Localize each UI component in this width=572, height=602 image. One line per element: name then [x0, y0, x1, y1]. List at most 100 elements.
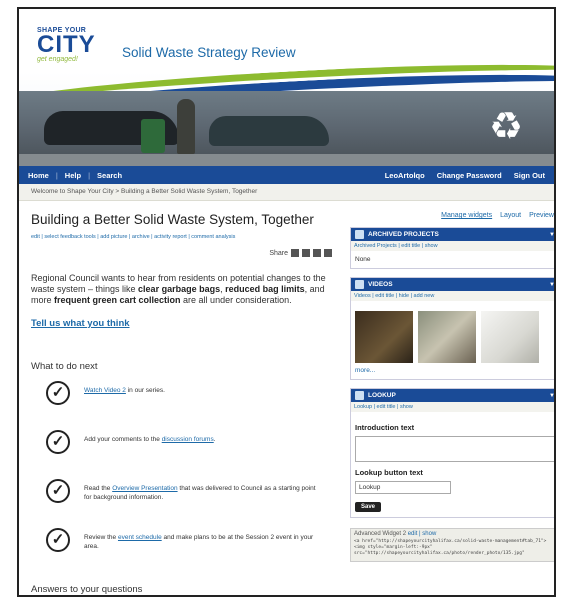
- advanced-widget-title: Advanced Widget 2: [354, 531, 407, 537]
- nav-sign-out[interactable]: Sign Out: [514, 171, 545, 180]
- step-post: in our series.: [125, 387, 165, 394]
- green-cart-shape: [141, 119, 165, 153]
- step-text: Read the Overview Presentation that was …: [84, 484, 324, 502]
- advanced-widget-code: <a href="http://shapeyourcityhalifax.ca/…: [354, 539, 547, 556]
- video-thumbnail[interactable]: [418, 311, 476, 363]
- twitter-icon[interactable]: [302, 249, 310, 257]
- step-link[interactable]: discussion forums: [162, 436, 214, 443]
- folder-icon: [355, 230, 364, 239]
- nav-change-password[interactable]: Change Password: [437, 171, 502, 180]
- widget-body: more...: [351, 301, 554, 379]
- sidebar: Manage widgets Layout Preview ARCHIVED P…: [350, 212, 554, 562]
- nav-help[interactable]: Help: [65, 171, 81, 180]
- save-button[interactable]: Save: [355, 502, 382, 512]
- widget-controls: Manage widgets Layout Preview: [350, 212, 554, 219]
- step-post: .: [213, 436, 216, 443]
- button-text-field[interactable]: Lookup: [355, 481, 451, 494]
- step-link[interactable]: event schedule: [118, 534, 162, 541]
- widget-body: Introduction text Lookup button text Loo…: [351, 412, 554, 517]
- person-shape: [177, 99, 195, 154]
- recycle-icon: ♻: [488, 106, 524, 148]
- site-header: SHAPE YOUR CITY get engaged! Solid Waste…: [19, 9, 554, 166]
- top-nav: Home | Help | Search LeoArtolqo Change P…: [19, 166, 554, 184]
- more-videos-link[interactable]: more...: [355, 367, 554, 374]
- what-next-heading: What to do next: [31, 361, 98, 372]
- site-title: Solid Waste Strategy Review: [122, 45, 296, 60]
- print-icon[interactable]: [324, 249, 332, 257]
- step-text: Review the event schedule and make plans…: [84, 533, 324, 551]
- step-item: ✓ Review the event schedule and make pla…: [31, 523, 336, 568]
- step-link[interactable]: Overview Presentation: [112, 485, 177, 492]
- widget-links[interactable]: Videos | edit title | hide | add new: [351, 291, 554, 301]
- step-item: ✓ Read the Overview Presentation that wa…: [31, 474, 336, 519]
- lookup-icon: [355, 391, 364, 400]
- step-pre: Add your comments to the: [84, 436, 162, 443]
- tell-us-link[interactable]: Tell us what you think: [31, 318, 336, 329]
- widget-title: VIDEOS: [368, 281, 393, 288]
- widget-links[interactable]: Lookup | edit title | show: [351, 402, 554, 412]
- video-thumbnail[interactable]: [481, 311, 539, 363]
- advanced-widget: Advanced Widget 2 edit | show <a href="h…: [350, 528, 554, 562]
- checkmark-icon: ✓: [46, 528, 70, 552]
- nav-separator: |: [88, 170, 91, 180]
- widget-title: ARCHIVED PROJECTS: [368, 231, 439, 238]
- page-title: Building a Better Solid Waste System, To…: [31, 212, 314, 227]
- video-thumbnail[interactable]: [355, 311, 413, 363]
- archived-projects-widget: ARCHIVED PROJECTS ▼ Archived Projects | …: [350, 227, 554, 269]
- intro-bold: clear garbage bags: [138, 284, 221, 294]
- preview-link[interactable]: Preview: [529, 212, 554, 219]
- email-icon[interactable]: [313, 249, 321, 257]
- main-content: Building a Better Solid Waste System, To…: [31, 212, 336, 568]
- share-bar: Share: [31, 249, 336, 257]
- intro-text: are all under consideration.: [180, 295, 292, 305]
- admin-edit-links[interactable]: edit | select feedback tools | add pictu…: [31, 234, 336, 240]
- checkmark-icon: ✓: [46, 381, 70, 405]
- lookup-widget: LOOKUP ▼ Lookup | edit title | show Intr…: [350, 388, 554, 518]
- widget-header[interactable]: VIDEOS ▼: [351, 278, 554, 291]
- advanced-widget-header: Advanced Widget 2 edit | show: [351, 529, 554, 539]
- chevron-down-icon[interactable]: ▼: [549, 282, 554, 288]
- answers-heading: Answers to your questions: [31, 584, 143, 595]
- chevron-down-icon[interactable]: ▼: [549, 232, 554, 238]
- intro-text-label: Introduction text: [355, 423, 415, 432]
- share-label: Share: [269, 249, 288, 257]
- widget-header[interactable]: ARCHIVED PROJECTS ▼: [351, 228, 554, 241]
- step-text: Watch Video 2 in our series.: [84, 386, 324, 395]
- step-pre: Review the: [84, 534, 118, 541]
- logo-line-2: CITY: [37, 31, 96, 58]
- step-link[interactable]: Watch Video 2: [84, 387, 126, 394]
- car-shape: [209, 116, 329, 146]
- intro-bold: reduced bag limits: [225, 284, 305, 294]
- video-icon: [355, 280, 364, 289]
- intro-text-field[interactable]: [355, 436, 554, 462]
- advanced-widget-links[interactable]: edit | show: [408, 531, 437, 537]
- nav-search[interactable]: Search: [97, 171, 122, 180]
- breadcrumb[interactable]: Welcome to Shape Your City > Building a …: [19, 184, 554, 201]
- browser-frame: SHAPE YOUR CITY get engaged! Solid Waste…: [17, 7, 556, 597]
- widget-title: LOOKUP: [368, 392, 396, 399]
- step-item: ✓ Watch Video 2 in our series.: [31, 376, 336, 421]
- videos-widget: VIDEOS ▼ Videos | edit title | hide | ad…: [350, 277, 554, 380]
- shape-your-city-logo[interactable]: SHAPE YOUR CITY get engaged!: [37, 27, 125, 63]
- button-text-label: Lookup button text: [355, 468, 423, 477]
- video-thumbnails: [355, 311, 554, 363]
- step-pre: Read the: [84, 485, 113, 492]
- intro-bold: frequent green cart collection: [54, 295, 181, 305]
- manage-widgets-link[interactable]: Manage widgets: [441, 212, 492, 219]
- step-text: Add your comments to the discussion foru…: [84, 435, 324, 444]
- facebook-icon[interactable]: [291, 249, 299, 257]
- nav-home[interactable]: Home: [28, 171, 49, 180]
- road-shape: [19, 154, 554, 166]
- header-photo: ♻: [19, 91, 554, 166]
- widget-header[interactable]: LOOKUP ▼: [351, 389, 554, 402]
- chevron-down-icon[interactable]: ▼: [549, 393, 554, 399]
- layout-link[interactable]: Layout: [500, 212, 521, 219]
- intro-paragraph: Regional Council wants to hear from resi…: [31, 273, 336, 306]
- widget-body: None: [355, 256, 371, 263]
- step-item: ✓ Add your comments to the discussion fo…: [31, 425, 336, 470]
- nav-user[interactable]: LeoArtolqo: [385, 171, 425, 180]
- checkmark-icon: ✓: [46, 479, 70, 503]
- nav-separator: |: [55, 170, 58, 180]
- checkmark-icon: ✓: [46, 430, 70, 454]
- widget-links[interactable]: Archived Projects | edit title | show: [351, 241, 554, 251]
